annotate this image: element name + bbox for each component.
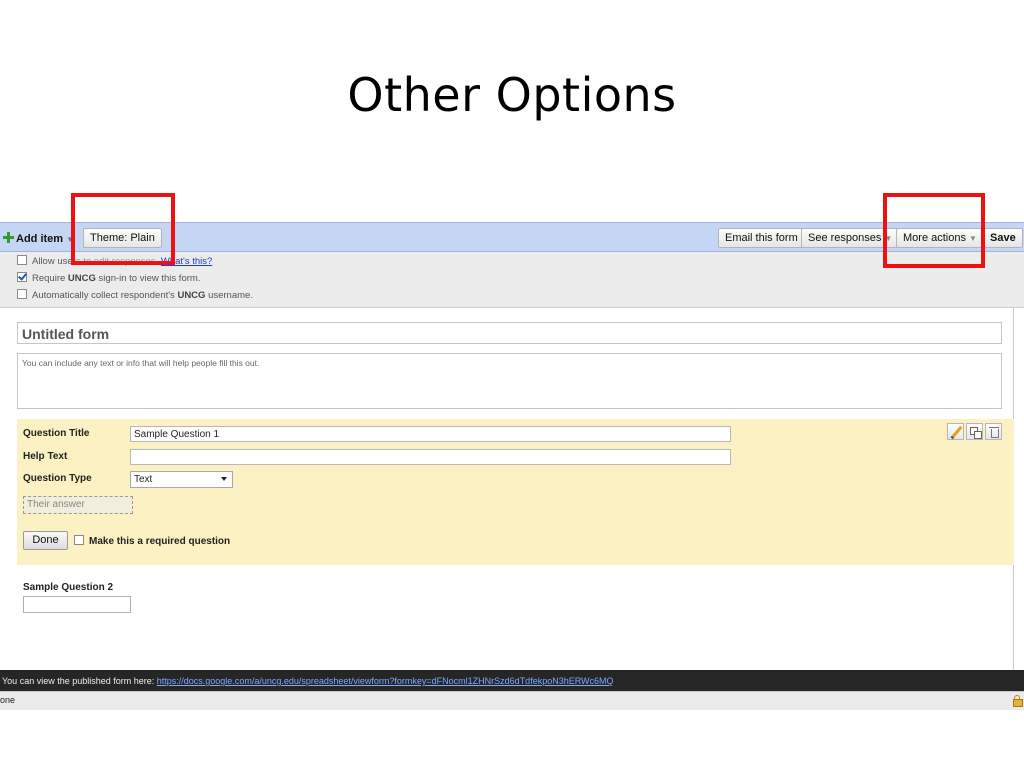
add-item-label: Add item [16,233,64,245]
published-text: You can view the published form here: [2,676,157,686]
allow-edit-checkbox[interactable] [17,255,27,265]
form-description-input[interactable]: You can include any text or info that wi… [17,353,1002,409]
chevron-down-icon [221,477,227,481]
question-editor: Question Title Sample Question 1 Help Te… [17,419,1014,565]
see-responses-label: See responses [808,232,882,244]
email-form-button[interactable]: Email this form [718,228,805,248]
published-url-link[interactable]: https://docs.google.com/a/uncg.edu/sprea… [157,676,614,686]
allow-edit-label: Allow use [32,256,73,267]
question2-label: Sample Question 2 [23,582,114,593]
answer-preview: Their answer [23,496,133,514]
more-actions-highlight-box [883,193,985,268]
trash-icon[interactable] [985,423,1002,440]
collect-username-org: UNCG [177,290,206,301]
require-signin-option: Require UNCG sign-in to view this form. [17,272,200,286]
required-option: Make this a required question [74,535,230,547]
require-signin-org: UNCG [67,273,96,284]
required-label: Make this a required question [89,536,231,547]
browser-status-text: one [0,695,16,705]
slide-title: Other Options [347,68,677,122]
question-type-select[interactable]: Text [130,471,233,488]
required-checkbox[interactable] [74,535,84,545]
question-title-label: Question Title [23,428,90,439]
require-signin-after: sign-in to view this form. [95,273,201,284]
forms-editor-screenshot: Add item ▼ Theme: Plain Email this form S… [0,222,1024,710]
theme-highlight-box [71,193,175,265]
done-button[interactable]: Done [23,531,68,550]
duplicate-icon[interactable] [966,423,983,440]
form-canvas: Untitled form You can include any text o… [0,308,1014,670]
question-type-value: Text [134,474,153,485]
collect-username-after: username. [205,290,253,301]
save-button[interactable]: Save [983,228,1023,248]
add-item-button[interactable]: Add item ▼ [3,231,74,245]
question-title-input[interactable]: Sample Question 1 [130,426,731,442]
collect-username-option: Automatically collect respondent's UNCG … [17,289,253,303]
published-form-bar: You can view the published form here: ht… [0,670,1024,691]
pencil-icon[interactable] [947,423,964,440]
help-text-input[interactable] [130,449,731,465]
question-actions [945,423,1002,440]
require-signin-checkbox[interactable] [17,272,27,282]
collect-username-before: Automatically collect respondent's [32,290,178,301]
plus-icon [3,232,14,243]
lock-icon [1013,695,1023,707]
require-signin-before: Require [32,273,68,284]
collect-username-checkbox[interactable] [17,289,27,299]
form-title-input[interactable]: Untitled form [17,322,1002,344]
browser-status-bar: one [0,691,1024,710]
question-type-label: Question Type [23,473,92,484]
question2-input[interactable] [23,596,131,613]
help-text-label: Help Text [23,451,68,462]
